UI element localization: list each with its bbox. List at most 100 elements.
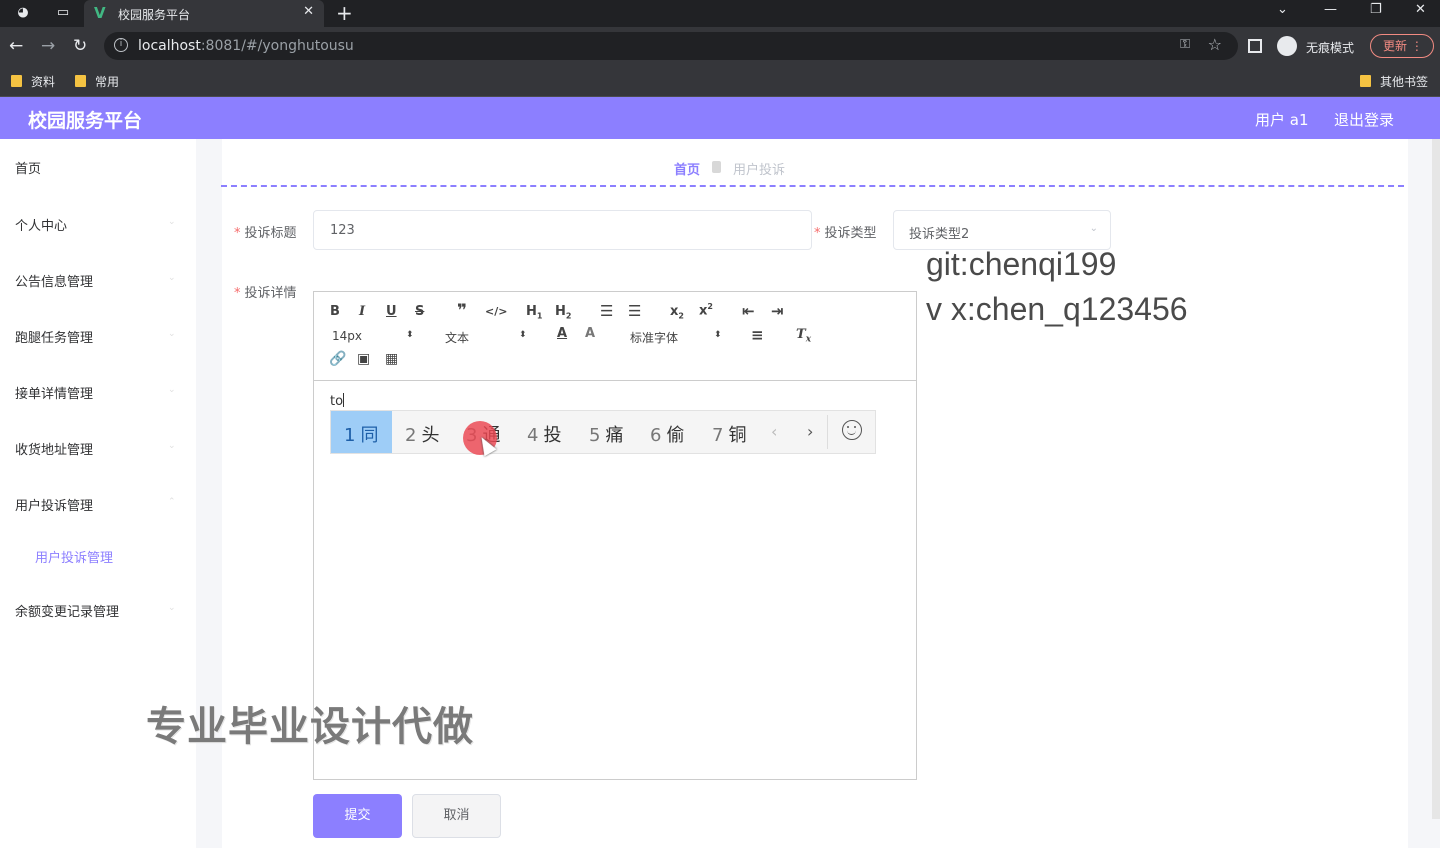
editor-content[interactable]: to xyxy=(330,393,345,409)
type-label: * 投诉类型 xyxy=(814,226,877,241)
subscript-icon[interactable]: x2 xyxy=(670,304,684,321)
logout-link[interactable]: 退出登录 xyxy=(1334,109,1394,130)
reload-icon[interactable]: ↻ xyxy=(73,36,87,56)
breadcrumb-current: 用户投诉 xyxy=(733,163,786,178)
outdent-icon[interactable]: ⇤ xyxy=(742,302,755,320)
breadcrumb-divider xyxy=(221,185,1404,187)
browser-menu-icon[interactable]: ◕ xyxy=(12,3,34,23)
emoji-icon[interactable] xyxy=(842,420,862,440)
chevron-down-icon: ⌄ xyxy=(168,273,176,283)
editor-toolbar: B I U S ❞ </> H1 H2 ☰ ☰ x2 x2 ⇤ ⇥ 14px ⬍ … xyxy=(314,292,916,381)
font-family-select[interactable]: 标准字体 ⬍ xyxy=(630,329,722,346)
italic-icon[interactable]: I xyxy=(359,304,365,319)
incognito-icon xyxy=(1277,36,1297,56)
ime-candidate[interactable]: 4投 xyxy=(527,421,561,447)
back-icon[interactable]: ← xyxy=(9,36,23,56)
font-size-select[interactable]: 14px ⬍ xyxy=(332,329,414,343)
superscript-icon[interactable]: x2 xyxy=(699,302,713,318)
ime-candidate[interactable]: 7铜 xyxy=(712,421,746,447)
ime-candidate[interactable]: 1同 xyxy=(344,421,378,447)
link-icon[interactable]: 🔗 xyxy=(329,351,346,367)
sidebar-item-personal-center[interactable]: 个人中心 xyxy=(15,215,67,234)
bookmark-folder[interactable]: 资料 xyxy=(11,73,55,90)
chevron-up-icon: ⌃ xyxy=(168,497,176,507)
detail-label: * 投诉详情 xyxy=(234,286,297,301)
cancel-button[interactable]: 取消 xyxy=(412,794,501,838)
tab-title: 校园服务平台 xyxy=(118,8,191,22)
sidebar-item-balance-log[interactable]: 余额变更记录管理 xyxy=(15,601,119,620)
other-bookmarks[interactable]: 其他书签 xyxy=(1360,73,1428,90)
image-icon[interactable]: ▣ xyxy=(357,351,370,367)
bullet-list-icon[interactable]: ☰ xyxy=(628,302,641,320)
blockquote-icon[interactable]: ❞ xyxy=(457,301,467,321)
folder-icon xyxy=(11,75,22,87)
tab-list-chevron-icon[interactable]: ⌄ xyxy=(1277,2,1288,17)
overlay-git-text: git:chenqi199 xyxy=(926,246,1117,282)
sidebar-item-complaints[interactable]: 用户投诉管理 xyxy=(15,495,93,514)
current-user: 用户 a1 xyxy=(1255,111,1309,129)
ordered-list-icon[interactable]: ☰ xyxy=(600,302,613,320)
indent-icon[interactable]: ⇥ xyxy=(771,302,784,320)
url-text: localhost:8081/#/yonghutousu xyxy=(138,38,354,54)
ime-next-page-icon[interactable]: › xyxy=(807,422,813,441)
ime-candidate-bar: 1同 2头 3通 4投 5痛 6偷 7铜 ‹ › xyxy=(330,410,876,454)
clear-format-icon[interactable]: Tx xyxy=(796,327,811,345)
tab-close-icon[interactable]: ✕ xyxy=(303,4,314,19)
folder-icon xyxy=(75,75,86,87)
sidebar-item-home[interactable]: 首页 xyxy=(15,158,41,177)
up-down-icon: ⬍ xyxy=(714,330,722,340)
sidebar-item-address[interactable]: 收货地址管理 xyxy=(15,439,93,458)
page-scrollbar[interactable] xyxy=(1432,139,1440,819)
address-bar[interactable]: i localhost:8081/#/yonghutousu ⚿ ☆ xyxy=(104,32,1238,60)
chevron-down-icon: ⌄ xyxy=(168,441,176,451)
browser-tab[interactable]: V 校园服务平台 ✕ xyxy=(84,0,324,27)
chevron-down-icon: ⌄ xyxy=(168,385,176,395)
new-tab-icon[interactable]: + xyxy=(336,1,353,25)
strikethrough-icon[interactable]: S xyxy=(415,304,424,319)
vue-logo-icon: V xyxy=(94,4,106,22)
title-input[interactable]: 123 xyxy=(313,210,812,250)
sidebar-subitem-complaints[interactable]: 用户投诉管理 xyxy=(35,547,113,566)
header1-icon[interactable]: H1 xyxy=(526,304,542,321)
app-header: 校园服务平台 用户 a1 退出登录 xyxy=(0,97,1440,139)
app-brand: 校园服务平台 xyxy=(28,110,143,132)
type-select[interactable]: 投诉类型2 ⌄ xyxy=(893,210,1111,250)
bookmark-star-icon[interactable]: ☆ xyxy=(1208,35,1222,54)
align-icon[interactable]: ≡ xyxy=(751,326,764,344)
bookmarks-bar: 资料 常用 其他书签 xyxy=(0,65,1440,97)
ime-prev-page-icon[interactable]: ‹ xyxy=(771,422,777,441)
minimize-icon[interactable]: — xyxy=(1324,2,1337,17)
password-key-icon[interactable]: ⚿ xyxy=(1180,37,1190,52)
ime-candidate[interactable]: 6偷 xyxy=(650,421,684,447)
incognito-label: 无痕模式 xyxy=(1306,41,1355,55)
chevron-down-icon: ⌄ xyxy=(168,329,176,339)
side-panel-icon[interactable] xyxy=(1248,39,1262,53)
submit-button[interactable]: 提交 xyxy=(313,794,402,838)
sidebar-item-errand[interactable]: 跑腿任务管理 xyxy=(15,327,93,346)
bookmark-folder[interactable]: 常用 xyxy=(75,73,119,90)
chevron-down-icon: ⌄ xyxy=(168,217,176,227)
underline-icon[interactable]: U xyxy=(386,304,397,319)
ime-candidate[interactable]: 5痛 xyxy=(589,421,623,447)
update-button[interactable]: 更新 ⋮ xyxy=(1370,34,1434,58)
bold-icon[interactable]: B xyxy=(330,304,340,319)
breadcrumb-home[interactable]: 首页 xyxy=(674,159,700,178)
window-close-icon[interactable]: ✕ xyxy=(1415,2,1426,17)
forward-icon[interactable]: → xyxy=(41,36,55,56)
title-label: * 投诉标题 xyxy=(234,226,297,241)
site-info-icon[interactable]: i xyxy=(114,38,128,52)
video-icon[interactable]: ▦ xyxy=(385,351,398,367)
header-style-select[interactable]: 文本 ⬍ xyxy=(445,329,527,346)
background-color-icon[interactable]: A xyxy=(585,326,595,341)
tab-search-icon[interactable]: ▭ xyxy=(52,3,74,23)
header2-icon[interactable]: H2 xyxy=(555,304,571,321)
folder-icon xyxy=(1360,75,1371,87)
ime-candidate[interactable]: 2头 xyxy=(405,421,439,447)
sidebar-item-notice[interactable]: 公告信息管理 xyxy=(15,271,93,290)
overlay-vx-text: v x:chen_q123456 xyxy=(926,291,1188,327)
sidebar-item-order-detail[interactable]: 接单详情管理 xyxy=(15,383,93,402)
font-color-icon[interactable]: A xyxy=(557,326,567,341)
restore-icon[interactable]: ❐ xyxy=(1370,2,1382,17)
code-block-icon[interactable]: </> xyxy=(485,305,507,318)
up-down-icon: ⬍ xyxy=(519,330,527,340)
